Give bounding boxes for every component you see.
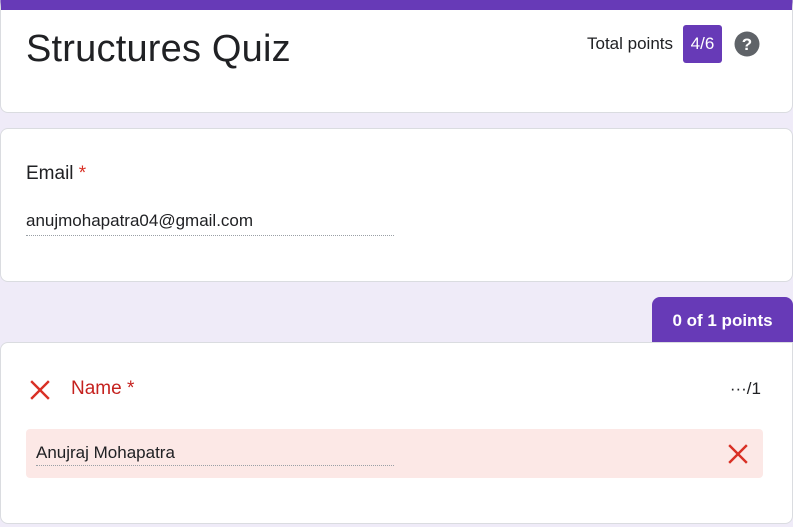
total-points: Total points 4/6 ?: [587, 25, 760, 63]
required-asterisk: *: [126, 378, 135, 399]
email-response: anujmohapatra04@gmail.com: [26, 211, 394, 236]
email-label-text: Email: [26, 163, 74, 184]
name-label-text: Name: [71, 378, 122, 399]
question-points-tab: 0 of 1 points: [652, 297, 793, 345]
quiz-header-card: Structures Quiz Total points 4/6 ?: [0, 0, 793, 113]
email-question-card: Email * anujmohapatra04@gmail.com: [0, 128, 793, 282]
answer-incorrect-x-icon: [727, 443, 749, 465]
incorrect-x-icon: [29, 379, 51, 401]
answer-box: Anujraj Mohapatra: [26, 429, 763, 478]
question-score: ···/1: [729, 379, 761, 398]
name-question-card: Name * ···/1 Anujraj Mohapatra: [0, 342, 793, 524]
total-points-badge: 4/6: [683, 25, 722, 63]
svg-text:?: ?: [742, 35, 752, 54]
required-asterisk: *: [78, 163, 87, 184]
email-question-label: Email *: [26, 163, 86, 185]
name-question-label: Name *: [71, 378, 134, 400]
name-response: Anujraj Mohapatra: [36, 443, 394, 466]
page-title: Structures Quiz: [26, 28, 291, 70]
total-points-label: Total points: [587, 34, 673, 53]
help-icon[interactable]: ?: [734, 31, 760, 57]
